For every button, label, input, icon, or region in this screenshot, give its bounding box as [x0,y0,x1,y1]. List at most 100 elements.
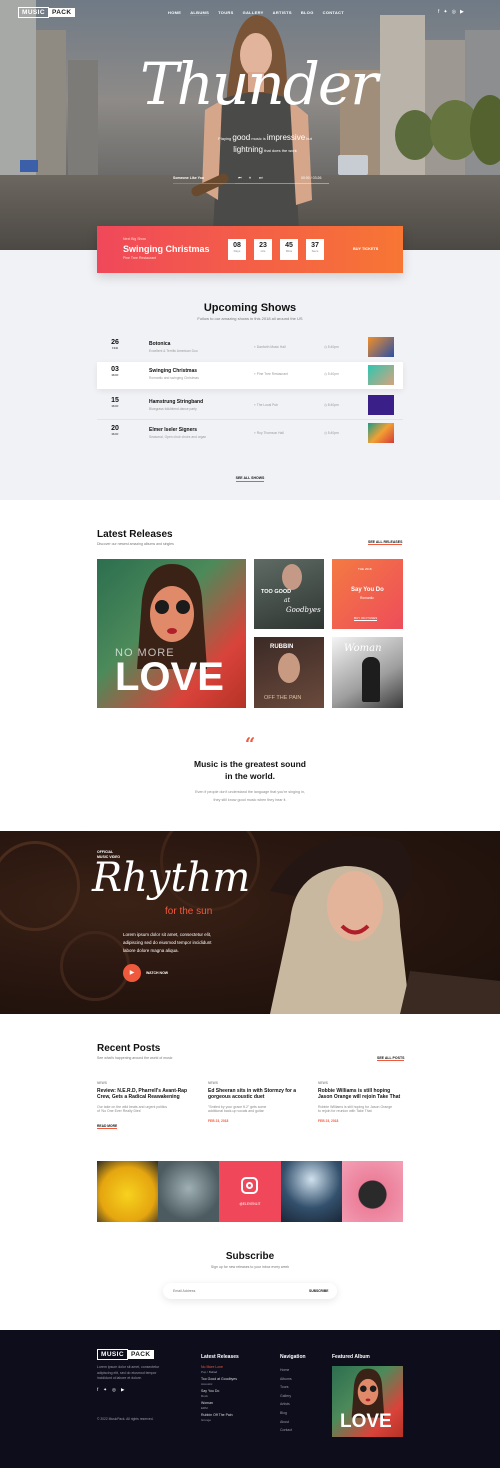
cover-text: LOVE [340,1411,392,1432]
countdown-hours: 23 Hrs [254,239,272,260]
footer-release-item[interactable]: Rubbin Off The Pain Grunge [201,1413,261,1426]
background-building [0,0,36,180]
cover-text: at [284,597,290,604]
read-more-link[interactable]: READ MORE [97,1124,118,1130]
instagram-photo[interactable] [342,1161,403,1222]
location-icon: ⌖ The Local Pub [254,403,278,407]
footer-nav-item[interactable]: Contact [280,1426,292,1435]
show-thumbnail [368,423,394,443]
album-cover-too-good[interactable]: TOO GOOD at Goodbyes [254,559,324,629]
location-icon: ⌖ Danforth Music Hall [254,345,286,349]
album-cover-rubbin[interactable]: RUBBIN OFF THE PAIN [254,637,324,708]
wood-texture [0,841,80,931]
posts-title: Recent Posts [97,1043,161,1054]
releases-subtitle: Discover our newest amazing albums and s… [97,542,174,546]
youtube-icon[interactable]: ▶ [121,1387,124,1393]
nav-item-gallery[interactable]: GALLERY [243,10,264,16]
nav-item-albums[interactable]: ALBUMS [190,10,210,16]
buy-tickets-button[interactable]: BUY TICKETS [353,247,378,251]
quote-body: Even if people don't understand the lang… [195,790,305,802]
instagram-icon [241,1177,258,1194]
track-progress-fill [173,183,236,184]
instagram-follow-tile[interactable]: @ELEVENLIT [219,1161,281,1222]
video-description: Lorem ipsum dolor sit amet, consectetur … [123,932,212,953]
logo-text: MUSIC [18,7,49,18]
album-cover-say-you-do[interactable]: THE 2018 Say You Do Romantic BUY ON ITUN… [332,559,403,629]
countdown-minutes: 45 Mins [280,239,298,260]
email-field[interactable] [173,1286,283,1296]
subscribe-button[interactable]: SUBSCRIBE [309,1289,328,1293]
watch-now-link[interactable]: WATCH NOW [146,971,168,975]
next-show-countdown: Next Big Show Swinging Christmas Pine Tr… [97,226,403,273]
nav-item-tours[interactable]: TOURS [218,10,233,16]
social-links: f ✦ ◎ ▶ [438,9,464,15]
album-cover-no-more-love[interactable]: NO MORE LOVE [97,559,246,708]
buy-on-itunes-link[interactable]: BUY ON ITUNES [354,616,378,621]
show-row[interactable]: 03 MAR Swinging Christmas Romantic and swi… [97,362,403,389]
background-building [68,60,98,180]
play-icon[interactable]: ▶ [123,964,141,982]
pause-icon[interactable]: ⏸ [249,175,251,180]
music-video-banner: OFFICIAL MUSIC VIDEO Rhythm for the sun L… [0,831,500,1014]
facebook-icon[interactable]: f [97,1387,98,1393]
nav-item-home[interactable]: HOME [168,10,181,16]
post-card[interactable]: NEWS Ed Sheeran sits in with Stormzy for… [208,1081,298,1123]
footer-nav-item[interactable]: About [280,1418,292,1427]
twitter-icon[interactable]: ✦ [443,9,447,15]
posts-subtitle: See what's happening around the world of… [97,1056,173,1060]
footer-heading: Latest Releases [201,1354,239,1360]
nav-item-blog[interactable]: BLOG [301,10,314,16]
show-row[interactable]: 15 MAR Hamstrung Stringband Bluegrass folk… [97,393,403,419]
post-card[interactable]: NEWS Review: N.E.R.D, Pharrell's Avant-R… [97,1081,187,1132]
show-thumbnail [368,365,394,385]
logo-text: PACK [48,8,75,17]
subscribe-title: Subscribe [225,1251,275,1262]
footer-nav-item[interactable]: Albums [280,1375,292,1384]
location-icon: ⌖ Pine Tree Restaurant [254,372,288,376]
twitter-icon[interactable]: ✦ [103,1387,107,1393]
video-script-title: Rhythm [92,855,251,901]
clock-icon: ◷ 5:40pm [324,372,339,376]
instagram-icon[interactable]: ◎ [112,1387,116,1393]
footer-nav-item[interactable]: Tours [280,1383,292,1392]
instagram-handle: @ELEVENLIT [239,1202,261,1206]
show-row[interactable]: 20 MAR Elmer Iseler Signers Seasonal, Open… [97,421,403,447]
nav-item-contact[interactable]: CONTACT [323,10,344,16]
divider [97,419,403,420]
hero-tagline: Playing good music is impressive but lig… [218,133,312,154]
youtube-icon[interactable]: ▶ [460,9,464,15]
footer-nav-item[interactable]: Home [280,1366,292,1375]
footer-heading: Navigation [280,1354,306,1360]
album-cover-woman[interactable]: Woman [332,637,403,708]
instagram-photo[interactable] [158,1161,219,1222]
clock-icon: ◷ 8:40pm [324,403,339,407]
subscribe-subtitle: Sign up for new releases to your inbox e… [210,1265,290,1269]
background-bus [20,160,38,172]
footer-nav-item[interactable]: Gallery [280,1392,292,1401]
instagram-photo[interactable] [97,1161,158,1222]
post-card[interactable]: NEWS Robbie Williams is still hoping Jas… [318,1081,406,1123]
instagram-icon[interactable]: ◎ [452,9,456,15]
album-artist-photo [278,653,300,683]
wood-texture [60,931,130,1001]
copyright: © 2022 MusicPack. All rights reserved. [97,1417,154,1421]
next-track-icon[interactable]: ⏭ [259,175,263,180]
cover-text: TOO GOOD [261,589,292,595]
footer-nav-item[interactable]: Artists [280,1400,292,1409]
see-all-posts-link[interactable]: SEE ALL POSTS [377,1056,405,1061]
nav-item-artists[interactable]: ARTISTS [273,10,292,16]
instagram-photo[interactable] [281,1161,342,1222]
footer-nav-item[interactable]: Blog [280,1409,292,1418]
see-all-releases-link[interactable]: SEE ALL RELEASES [368,540,403,545]
footer-logo[interactable]: MUSIC PACK [97,1349,154,1360]
see-all-shows-link[interactable]: SEE ALL SHOWS [0,466,500,484]
countdown-seconds: 37 Secs [306,239,324,260]
prev-track-icon[interactable]: ⏮ [238,175,242,180]
show-row[interactable]: 26 FEB Botonica Excellent & Terrific Ameri… [97,335,403,361]
featured-album-cover[interactable]: LOVE [332,1366,403,1437]
track-time: 00:00 / 03:26 [301,176,322,180]
show-thumbnail [368,395,394,415]
site-logo[interactable]: MUSIC PACK [18,7,75,18]
track-progress-bar[interactable] [173,183,329,184]
facebook-icon[interactable]: f [438,9,439,15]
